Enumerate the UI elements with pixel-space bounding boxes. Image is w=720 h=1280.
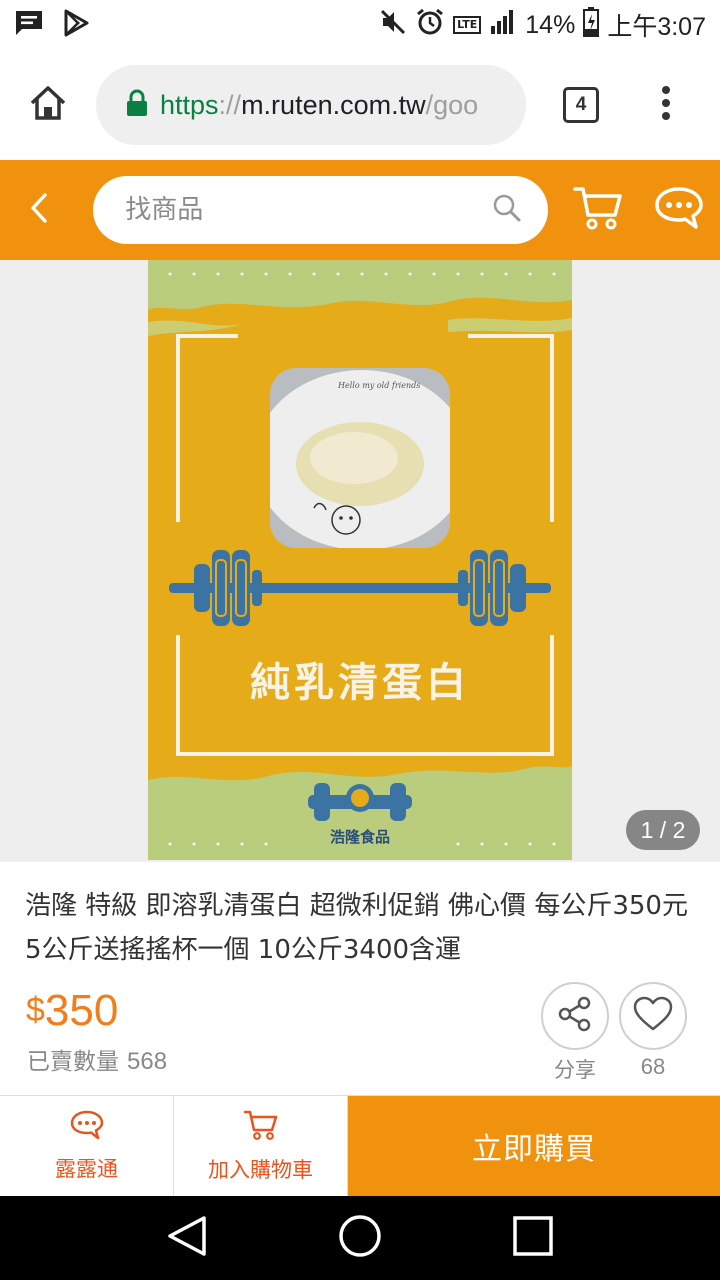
site-header — [0, 160, 720, 260]
back-button[interactable] — [0, 160, 77, 260]
image-caption: 純乳清蛋白 — [250, 659, 470, 706]
chat-seller-label: 露露通 — [55, 1156, 118, 1181]
tab-switcher-button[interactable]: 4 — [526, 50, 636, 160]
heart-icon — [632, 995, 674, 1037]
action-bar: 露露通 加入購物車 立即購買 — [0, 1095, 720, 1196]
price-currency: $ — [26, 991, 45, 1029]
url-path: /goo — [425, 89, 479, 120]
nav-home-button[interactable] — [320, 1196, 400, 1280]
sold-label: 已賣數量 — [27, 1049, 119, 1075]
back-icon — [28, 191, 50, 229]
messages-button[interactable] — [639, 160, 720, 260]
share-button[interactable] — [541, 982, 609, 1050]
browser-toolbar: https://m.ruten.com.tw/goo 4 — [0, 50, 720, 160]
add-to-cart-label: 加入購物車 — [208, 1157, 313, 1182]
nav-recents-icon — [512, 1215, 554, 1261]
product-image[interactable]: Hello my old friends 純乳清蛋白 浩隆食品 — [148, 260, 572, 860]
url-host: m.ruten.com.tw — [241, 89, 426, 120]
nav-recents-button[interactable] — [493, 1196, 573, 1280]
url-separator: :// — [218, 89, 242, 120]
chat-seller-button[interactable]: 露露通 — [0, 1096, 174, 1196]
mute-icon — [379, 8, 407, 42]
lte-icon: LTE — [453, 16, 482, 34]
browser-menu-button[interactable] — [636, 50, 696, 160]
clock: 上午3:07 — [607, 13, 706, 41]
plate-script: Hello my old friends — [337, 381, 420, 390]
like-button[interactable] — [619, 982, 687, 1050]
search-icon[interactable] — [492, 193, 522, 227]
tab-count: 4 — [563, 87, 599, 123]
brand-logo-text: 浩隆食品 — [330, 828, 390, 846]
sold-count: 568 — [127, 1048, 168, 1075]
share-label: 分享 — [554, 1058, 596, 1082]
product-info: 浩隆 特級 即溶乳清蛋白 超微利促銷 佛心價 每公斤350元 5公斤送搖搖杯一個… — [0, 862, 720, 1096]
system-nav-bar — [0, 1196, 720, 1280]
lock-icon — [126, 89, 148, 121]
play-store-icon — [62, 9, 90, 41]
status-bar: LTE 14% 上午3:07 — [0, 0, 720, 50]
menu-dots-icon — [661, 85, 671, 125]
nav-back-icon — [166, 1214, 208, 1262]
product-gallery[interactable]: Hello my old friends 純乳清蛋白 浩隆食品 1 / 2 — [0, 260, 720, 862]
chat-bubble-icon — [654, 185, 704, 235]
nav-home-icon — [338, 1214, 382, 1262]
battery-percent: 14% — [525, 10, 576, 39]
home-button[interactable] — [0, 50, 96, 160]
like-count: 68 — [640, 1054, 666, 1079]
signal-icon — [489, 8, 517, 42]
add-to-cart-button[interactable]: 加入購物車 — [174, 1096, 348, 1196]
search-input[interactable] — [125, 195, 492, 225]
cart-button[interactable] — [558, 160, 639, 260]
image-counter: 1 / 2 — [626, 810, 700, 850]
chat-bubble-icon — [70, 1110, 104, 1145]
buy-now-button[interactable]: 立即購買 — [348, 1096, 720, 1196]
share-icon — [555, 994, 595, 1038]
cart-icon — [573, 185, 623, 235]
cart-icon — [243, 1109, 279, 1146]
product-title: 浩隆 特級 即溶乳清蛋白 超微利促銷 佛心價 每公斤350元 5公斤送搖搖杯一個… — [25, 891, 688, 965]
price-value: 350 — [44, 986, 119, 1035]
nav-back-button[interactable] — [147, 1196, 227, 1280]
home-icon — [28, 83, 68, 127]
search-box[interactable] — [93, 176, 548, 244]
address-bar[interactable]: https://m.ruten.com.tw/goo — [96, 65, 526, 145]
sold-info: 已賣數量 568 — [27, 1042, 167, 1076]
battery-icon — [583, 7, 600, 43]
alarm-icon — [415, 7, 445, 43]
product-price: $350 — [26, 986, 118, 1036]
url-text: https://m.ruten.com.tw/goo — [160, 90, 478, 121]
url-scheme: https — [160, 89, 219, 120]
message-icon — [14, 9, 44, 41]
